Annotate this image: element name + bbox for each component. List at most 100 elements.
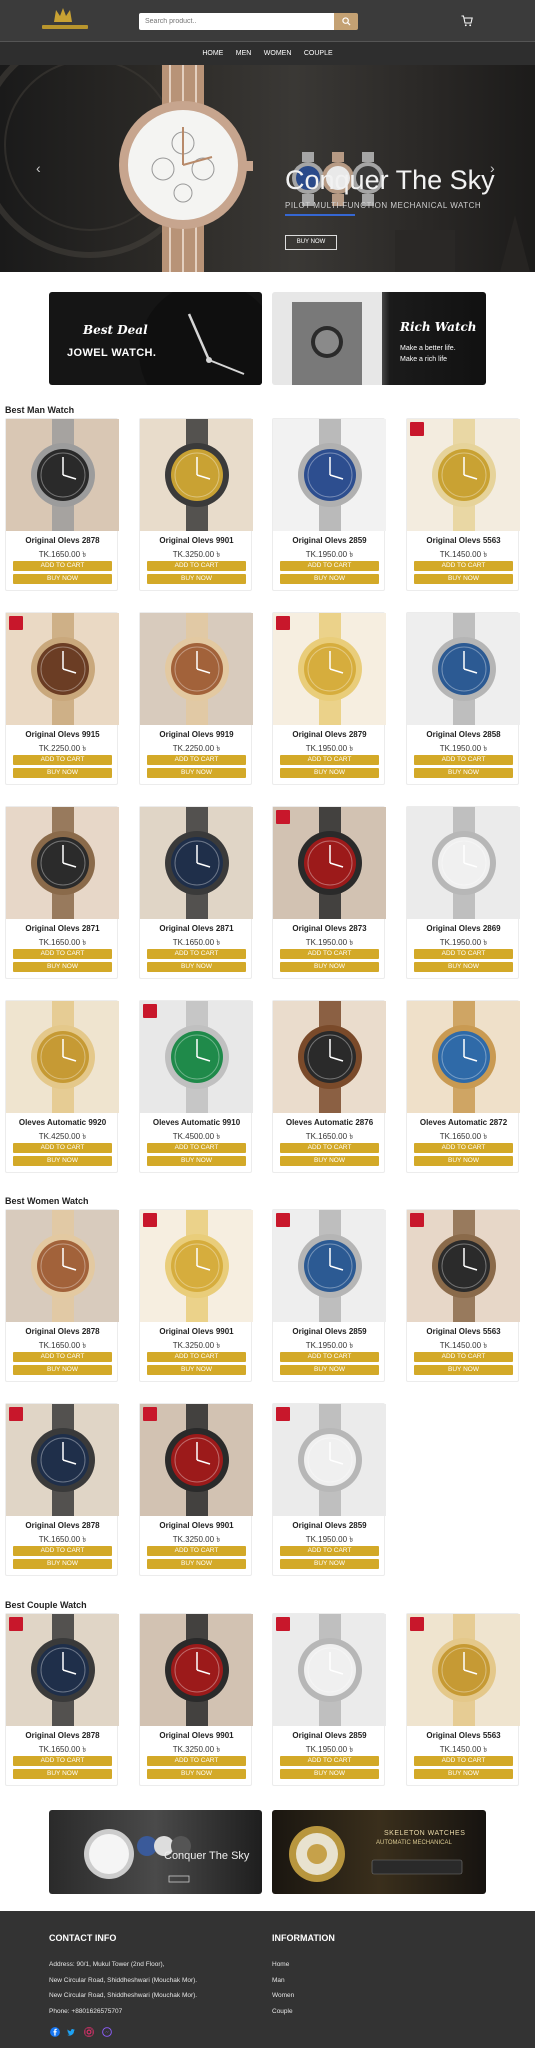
product-card[interactable]: Oleves Automatic 9920 TK.4250.00 ৳ ADD TO … — [5, 1000, 119, 1173]
product-name[interactable]: Original Olevs 2878 — [6, 1731, 119, 1740]
product-image[interactable] — [407, 807, 520, 919]
product-image[interactable] — [273, 1404, 386, 1516]
product-card[interactable]: Original Olevs 9901 TK.3250.00 ৳ ADD TO CA… — [139, 1209, 253, 1382]
product-card[interactable]: Original Olevs 9901 TK.3250.00 ৳ ADD TO CA… — [139, 418, 253, 591]
product-card[interactable]: Original Olevs 2871 TK.1650.00 ৳ ADD TO CA… — [139, 806, 253, 979]
product-card[interactable]: Original Olevs 2859 TK.1950.00 ৳ ADD TO CA… — [272, 1613, 386, 1786]
product-card[interactable]: Original Olevs 2879 TK.1950.00 ৳ ADD TO CA… — [272, 612, 386, 785]
product-image[interactable] — [140, 1001, 253, 1113]
facebook-icon[interactable] — [50, 2027, 60, 2037]
buy-now-button[interactable]: BUY NOW — [13, 768, 112, 778]
add-to-cart-button[interactable]: ADD TO CART — [147, 1143, 246, 1153]
search-input[interactable] — [139, 13, 334, 30]
product-name[interactable]: Original Olevs 2859 — [273, 1327, 386, 1336]
buy-now-button[interactable]: BUY NOW — [280, 1156, 379, 1166]
product-card[interactable]: Original Olevs 2869 TK.1950.00 ৳ ADD TO CA… — [406, 806, 520, 979]
buy-now-button[interactable]: BUY NOW — [147, 962, 246, 972]
add-to-cart-button[interactable]: ADD TO CART — [280, 949, 379, 959]
product-name[interactable]: Original Olevs 2871 — [140, 924, 253, 933]
product-card[interactable]: Original Olevs 9901 TK.3250.00 ৳ ADD TO CA… — [139, 1403, 253, 1576]
buy-now-button[interactable]: BUY NOW — [147, 1769, 246, 1779]
bottom-banner-conquer[interactable]: Conquer The Sky — [49, 1810, 262, 1894]
product-image[interactable] — [140, 1404, 253, 1516]
product-image[interactable] — [273, 613, 386, 725]
product-image[interactable] — [407, 1614, 520, 1726]
add-to-cart-button[interactable]: ADD TO CART — [13, 1546, 112, 1556]
buy-now-button[interactable]: BUY NOW — [13, 1769, 112, 1779]
product-name[interactable]: Oleves Automatic 2872 — [407, 1118, 520, 1127]
product-card[interactable]: Original Olevs 2878 TK.1650.00 ৳ ADD TO CA… — [5, 418, 119, 591]
brand-logo[interactable] — [42, 6, 88, 32]
buy-now-button[interactable]: BUY NOW — [13, 574, 112, 584]
buy-now-button[interactable]: BUY NOW — [280, 962, 379, 972]
cart-icon[interactable] — [461, 15, 473, 27]
buy-now-button[interactable]: BUY NOW — [414, 962, 513, 972]
buy-now-button[interactable]: BUY NOW — [414, 1769, 513, 1779]
product-card[interactable]: Original Olevs 5563 TK.1450.00 ৳ ADD TO CA… — [406, 1613, 520, 1786]
product-card[interactable]: Original Olevs 2859 TK.1950.00 ৳ ADD TO CA… — [272, 418, 386, 591]
product-image[interactable] — [140, 807, 253, 919]
product-card[interactable]: Original Olevs 2871 TK.1650.00 ৳ ADD TO CA… — [5, 806, 119, 979]
product-name[interactable]: Original Olevs 5563 — [407, 1327, 520, 1336]
add-to-cart-button[interactable]: ADD TO CART — [280, 1546, 379, 1556]
product-name[interactable]: Original Olevs 9915 — [6, 730, 119, 739]
product-card[interactable]: Original Olevs 9915 TK.2250.00 ৳ ADD TO CA… — [5, 612, 119, 785]
footer-link-couple[interactable]: Couple — [272, 2008, 293, 2015]
product-name[interactable]: Original Olevs 2869 — [407, 924, 520, 933]
search-button[interactable] — [334, 13, 358, 30]
product-image[interactable] — [407, 419, 520, 531]
product-name[interactable]: Original Olevs 9901 — [140, 536, 253, 545]
messenger-icon[interactable] — [102, 2027, 112, 2037]
product-name[interactable]: Original Olevs 9919 — [140, 730, 253, 739]
twitter-icon[interactable] — [66, 2027, 76, 2037]
product-card[interactable]: Original Olevs 2858 TK.1950.00 ৳ ADD TO CA… — [406, 612, 520, 785]
hero-prev-arrow[interactable]: ‹ — [36, 160, 41, 176]
product-name[interactable]: Original Olevs 2859 — [273, 1731, 386, 1740]
add-to-cart-button[interactable]: ADD TO CART — [280, 755, 379, 765]
add-to-cart-button[interactable]: ADD TO CART — [280, 1143, 379, 1153]
product-card[interactable]: Original Olevs 2859 TK.1950.00 ৳ ADD TO CA… — [272, 1403, 386, 1576]
product-image[interactable] — [6, 1001, 119, 1113]
product-card[interactable]: Oleves Automatic 9910 TK.4500.00 ৳ ADD TO … — [139, 1000, 253, 1173]
product-image[interactable] — [407, 613, 520, 725]
product-card[interactable]: Original Olevs 2873 TK.1950.00 ৳ ADD TO CA… — [272, 806, 386, 979]
add-to-cart-button[interactable]: ADD TO CART — [13, 755, 112, 765]
product-name[interactable]: Oleves Automatic 9910 — [140, 1118, 253, 1127]
add-to-cart-button[interactable]: ADD TO CART — [13, 1756, 112, 1766]
product-image[interactable] — [407, 1001, 520, 1113]
product-card[interactable]: Original Olevs 9919 TK.2250.00 ৳ ADD TO CA… — [139, 612, 253, 785]
add-to-cart-button[interactable]: ADD TO CART — [13, 1352, 112, 1362]
product-image[interactable] — [273, 1614, 386, 1726]
add-to-cart-button[interactable]: ADD TO CART — [147, 949, 246, 959]
add-to-cart-button[interactable]: ADD TO CART — [147, 1352, 246, 1362]
product-image[interactable] — [273, 1210, 386, 1322]
product-card[interactable]: Oleves Automatic 2872 TK.1650.00 ৳ ADD TO … — [406, 1000, 520, 1173]
buy-now-button[interactable]: BUY NOW — [147, 574, 246, 584]
product-name[interactable]: Original Olevs 5563 — [407, 536, 520, 545]
product-image[interactable] — [273, 1001, 386, 1113]
product-name[interactable]: Original Olevs 2873 — [273, 924, 386, 933]
promo-banner-rich-watch[interactable]: Rich Watch Make a better life. Make a ri… — [272, 292, 486, 385]
buy-now-button[interactable]: BUY NOW — [147, 1156, 246, 1166]
product-card[interactable]: Original Olevs 9901 TK.3250.00 ৳ ADD TO CA… — [139, 1613, 253, 1786]
hero-buy-button[interactable]: BUY NOW — [285, 235, 337, 250]
add-to-cart-button[interactable]: ADD TO CART — [147, 1546, 246, 1556]
product-name[interactable]: Oleves Automatic 9920 — [6, 1118, 119, 1127]
add-to-cart-button[interactable]: ADD TO CART — [280, 1352, 379, 1362]
product-name[interactable]: Original Olevs 2859 — [273, 536, 386, 545]
add-to-cart-button[interactable]: ADD TO CART — [147, 561, 246, 571]
product-card[interactable]: Original Olevs 2859 TK.1950.00 ৳ ADD TO CA… — [272, 1209, 386, 1382]
product-image[interactable] — [273, 419, 386, 531]
buy-now-button[interactable]: BUY NOW — [147, 1365, 246, 1375]
product-name[interactable]: Original Olevs 2859 — [273, 1521, 386, 1530]
buy-now-button[interactable]: BUY NOW — [13, 1365, 112, 1375]
add-to-cart-button[interactable]: ADD TO CART — [414, 1352, 513, 1362]
add-to-cart-button[interactable]: ADD TO CART — [13, 949, 112, 959]
add-to-cart-button[interactable]: ADD TO CART — [280, 1756, 379, 1766]
product-name[interactable]: Original Olevs 2858 — [407, 730, 520, 739]
buy-now-button[interactable]: BUY NOW — [414, 1365, 513, 1375]
product-card[interactable]: Original Olevs 2878 TK.1650.00 ৳ ADD TO CA… — [5, 1403, 119, 1576]
product-image[interactable] — [140, 1614, 253, 1726]
add-to-cart-button[interactable]: ADD TO CART — [13, 561, 112, 571]
product-name[interactable]: Original Olevs 2871 — [6, 924, 119, 933]
